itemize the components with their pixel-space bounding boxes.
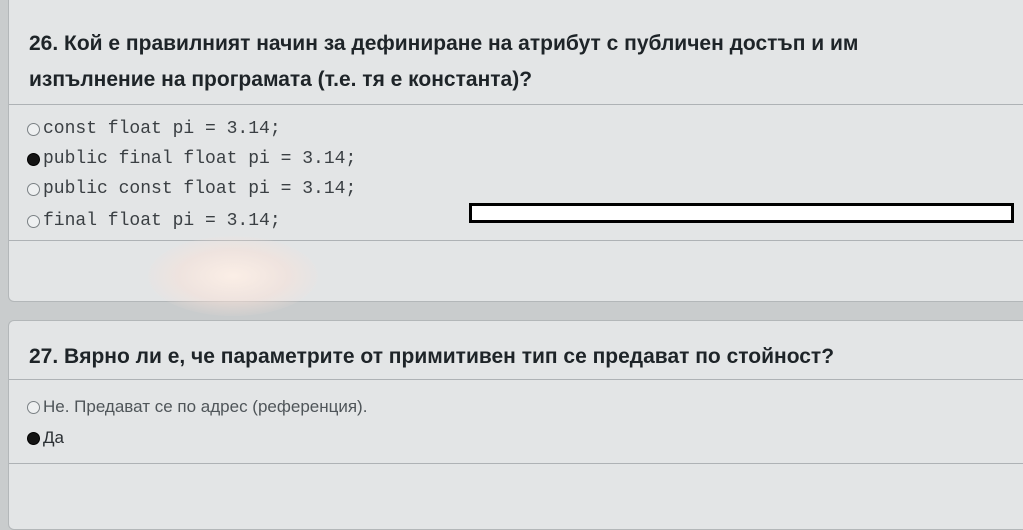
q26-option-1-label: const float pi = 3.14; [43,119,281,139]
question-26-title-line-1: 26. Кой е правилният начин за дефиниране… [29,32,859,55]
q26-option-4-radio[interactable] [27,214,40,228]
redaction-box [469,203,1014,223]
q26-option-3-radio[interactable] [27,182,40,196]
question-27-divider-bottom [9,463,1023,464]
question-26-title-line-2: изпълнение на програмата (т.е. тя е конс… [29,68,533,91]
q26-option-4[interactable]: final float pi = 3.14; [27,211,281,231]
question-27-panel: 27. Вярно ли е, че параметрите от примит… [8,320,1023,530]
q26-option-2[interactable]: public final float pi = 3.14; [27,149,356,169]
question-26-divider-top [9,104,1023,105]
q26-option-2-label: public final float pi = 3.14; [43,149,357,169]
question-27-title: 27. Вярно ли е, че параметрите от примит… [29,345,835,368]
question-26-divider-bottom [9,240,1023,241]
q26-option-1[interactable]: const float pi = 3.14; [27,119,281,139]
question-26-title: 26. Кой е правилният начин за дефиниране… [29,26,858,98]
q26-option-3-label: public const float pi = 3.14; [43,179,357,199]
q27-option-2-radio[interactable] [27,431,40,445]
q26-option-3[interactable]: public const float pi = 3.14; [27,179,356,199]
q27-option-1-radio[interactable] [27,400,40,414]
question-27-divider-top [9,379,1023,380]
q26-option-4-label: final float pi = 3.14; [43,211,281,231]
q27-option-2-label: Да [43,428,64,447]
q26-option-2-radio[interactable] [27,152,40,166]
q27-option-1-label: Не. Предават се по адрес (референция). [43,397,368,416]
q27-option-2[interactable]: Да [27,428,64,448]
q27-option-1[interactable]: Не. Предават се по адрес (референция). [27,397,367,417]
question-26-panel: 26. Кой е правилният начин за дефиниране… [8,0,1023,302]
q26-option-1-radio[interactable] [27,122,40,136]
